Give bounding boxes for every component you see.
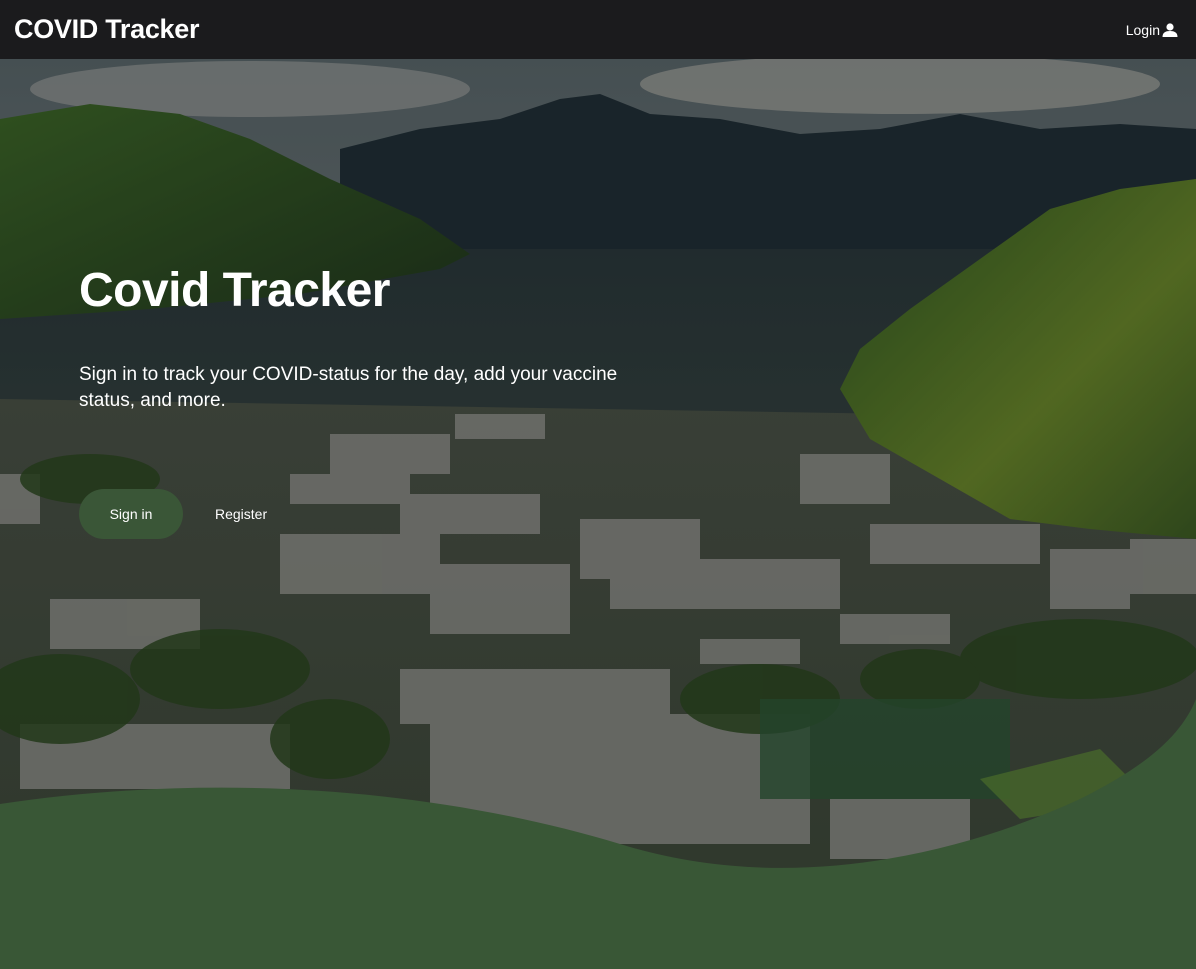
login-link[interactable]: Login (1126, 22, 1178, 38)
navbar: COVID Tracker Login (0, 0, 1196, 59)
hero-subtitle: Sign in to track your COVID-status for t… (79, 364, 618, 411)
user-icon (1162, 22, 1178, 37)
hero-title: Covid Tracker (79, 264, 390, 317)
login-label: Login (1125, 21, 1160, 38)
hero-actions: Sign in Register (79, 489, 267, 539)
brand-logo-text[interactable]: COVID Tracker (14, 14, 200, 45)
hero-content: Covid Tracker Sign in to track your COVI… (79, 262, 679, 414)
page: COVID Tracker Login Covid Tracker Sign i… (0, 0, 1196, 969)
register-link[interactable]: Register (215, 506, 267, 522)
sign-in-button[interactable]: Sign in (79, 489, 183, 539)
hero-section: Covid Tracker Sign in to track your COVI… (0, 59, 1196, 969)
